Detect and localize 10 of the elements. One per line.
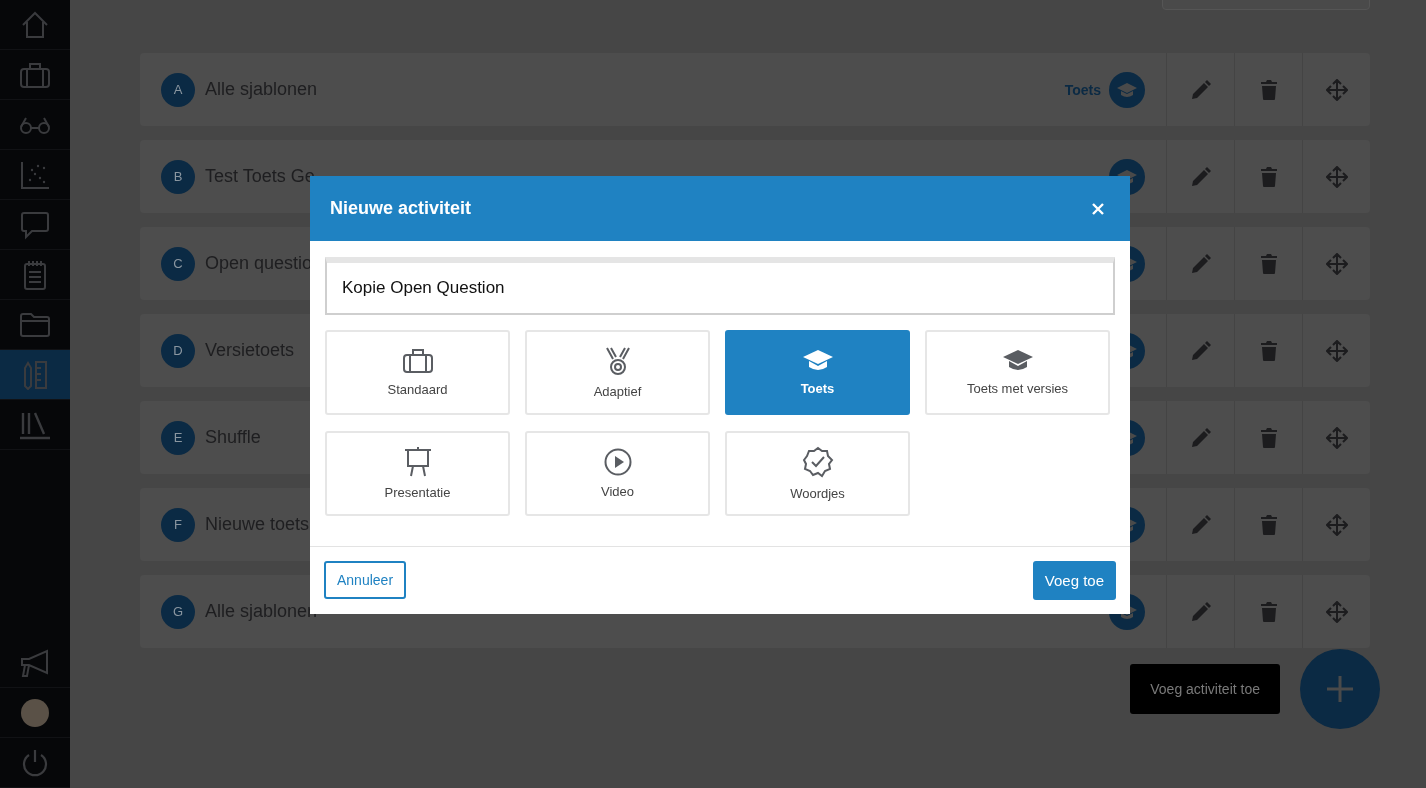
letter-badge: C [161,246,195,281]
dialog-title: Nieuwe activiteit [330,198,472,219]
letter-badge: G [161,594,195,629]
letter-badge: B [161,159,195,194]
activity-type: Toets [1064,81,1101,98]
tooltip: Voeg activiteit toe [1130,664,1280,714]
letter-badge: E [161,420,195,455]
letter-badge: D [161,333,195,368]
letter-badge: A [161,72,195,107]
letter-badge: F [161,507,195,542]
